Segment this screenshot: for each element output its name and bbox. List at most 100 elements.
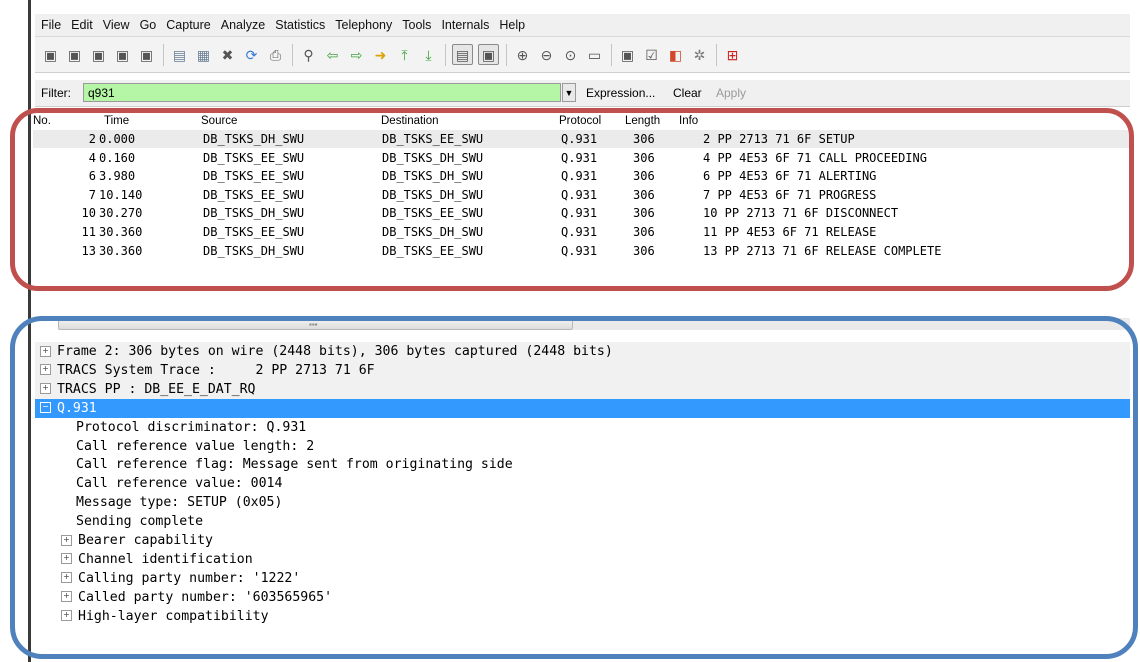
menu-telephony[interactable]: Telephony [335, 18, 392, 32]
menu-tools[interactable]: Tools [402, 18, 431, 32]
tree-item-label: Call reference value: 0014 [76, 476, 283, 492]
packet-cell-time: 0.160 [99, 150, 136, 165]
go-first-icon[interactable]: ⤒ [395, 45, 414, 64]
start-capture-icon[interactable]: ▣ [89, 45, 108, 64]
menu-file[interactable]: File [41, 18, 61, 32]
tree-node[interactable]: + Frame 2: 306 bytes on wire (2448 bits),… [35, 342, 1130, 361]
expand-icon[interactable]: + [61, 572, 72, 584]
expand-icon[interactable]: + [40, 364, 51, 376]
open-file-icon[interactable]: ▤ [170, 45, 189, 64]
packet-row[interactable]: 13 30.360 DB_TSKS_DH_SWU DB_TSKS_EE_SWU Q.93… [33, 241, 1133, 260]
horizontal-scrollbar-track[interactable] [573, 318, 1130, 330]
tree-item-label: Frame 2: 306 bytes on wire (2448 bits), … [57, 344, 613, 359]
packet-row[interactable]: 7 10.140 DB_TSKS_EE_SWU DB_TSKS_DH_SWU Q.931… [33, 186, 1133, 204]
column-header-info[interactable]: Info [679, 115, 698, 127]
packet-row[interactable]: 10 30.270 DB_TSKS_DH_SWU DB_TSKS_EE_SWU Q.93… [33, 204, 1133, 223]
menu-capture[interactable]: Capture [166, 18, 210, 32]
column-header-source[interactable]: Source [201, 115, 237, 127]
packet-row[interactable]: 2 0.000 DB_TSKS_DH_SWU DB_TSKS_EE_SWU Q.931 3… [33, 130, 1133, 148]
packet-cell-no: 4 [88, 150, 96, 165]
wireshark-window: File Edit View Go Capture Analyze Statis… [0, 0, 1140, 662]
stop-capture-icon[interactable]: ▣ [113, 45, 132, 64]
packet-cell-proto: Q.931 [561, 132, 598, 146]
colorize-icon[interactable]: ▤ [452, 44, 473, 65]
packet-cell-len: 306 [633, 243, 655, 258]
expand-icon[interactable]: + [61, 553, 72, 565]
tree-item-label: High-layer compatibility [78, 608, 269, 624]
tree-field[interactable]: Message type: SETUP (0x05) [35, 493, 1130, 512]
tree-node[interactable]: + TRACS System Trace : 2 PP 2713 71 6F [35, 360, 1130, 380]
column-header-time[interactable]: Time [104, 115, 129, 127]
reload-icon[interactable]: ⟳ [242, 45, 261, 64]
packet-cell-no: 10 [81, 206, 96, 221]
save-file-icon[interactable]: ▦ [194, 45, 213, 64]
tree-field[interactable]: Call reference flag: Message sent from o… [35, 455, 1130, 474]
menu-view[interactable]: View [103, 18, 130, 32]
tree-node-q931[interactable]: − Q.931 [35, 398, 1130, 418]
tree-item-label: Call reference value length: 2 [76, 438, 315, 454]
packet-cell-info: 7 PP 4E53 6F 71 PROGRESS [703, 187, 877, 202]
tree-field[interactable]: Call reference value: 0014 [35, 474, 1130, 493]
expand-icon[interactable]: + [40, 345, 51, 357]
tree-field[interactable]: Call reference value length: 2 [35, 437, 1130, 456]
tree-subtree[interactable]: + High-layer compatibility [35, 607, 1130, 626]
zoom-normal-icon[interactable]: ⊙ [561, 45, 580, 64]
packet-row[interactable]: 11 30.360 DB_TSKS_EE_SWU DB_TSKS_DH_SWU Q.93… [33, 223, 1133, 241]
packet-cell-time: 3.980 [99, 169, 136, 184]
tree-subtree[interactable]: + Called party number: '603565965' [35, 588, 1130, 607]
tree-item-label: Channel identification [78, 551, 253, 567]
help-icon[interactable]: ⊞ [723, 45, 742, 64]
filter-history-dropdown[interactable]: ▼ [562, 83, 576, 102]
horizontal-scrollbar-thumb[interactable]: ▪▪▪ [58, 318, 573, 330]
column-header-length[interactable]: Length [625, 115, 660, 127]
toolbar-separator [163, 43, 164, 66]
go-back-icon[interactable]: ⇦ [323, 45, 342, 64]
menu-go[interactable]: Go [140, 18, 157, 32]
menu-help[interactable]: Help [499, 18, 525, 32]
preferences-icon[interactable]: ✲ [690, 45, 709, 64]
apply-button[interactable]: Apply [716, 86, 746, 100]
collapse-icon[interactable]: − [40, 402, 51, 414]
go-forward-icon[interactable]: ⇨ [347, 45, 366, 64]
zoom-out-icon[interactable]: ⊖ [537, 45, 556, 64]
column-header-destination[interactable]: Destination [381, 115, 439, 127]
resize-columns-icon[interactable]: ▭ [585, 45, 604, 64]
packet-cell-src: DB_TSKS_EE_SWU [203, 150, 305, 165]
capture-options-icon[interactable]: ▣ [65, 45, 84, 64]
go-last-icon[interactable]: ⤓ [419, 45, 438, 64]
close-file-icon[interactable]: ✖ [218, 45, 237, 64]
tree-field[interactable]: Protocol discriminator: Q.931 [35, 418, 1130, 437]
expand-icon[interactable]: + [40, 383, 51, 395]
column-header-protocol[interactable]: Protocol [559, 115, 601, 127]
menu-analyze[interactable]: Analyze [221, 18, 265, 32]
find-packet-icon[interactable]: ⚲ [299, 45, 318, 64]
coloring-rules-icon[interactable]: ◧ [666, 45, 685, 64]
tree-node[interactable]: + TRACS PP : DB_EE_E_DAT_RQ [35, 379, 1130, 399]
go-to-packet-icon[interactable]: ➜ [371, 45, 390, 64]
print-icon[interactable]: ⎙ [266, 45, 285, 64]
tree-field[interactable]: Sending complete [35, 512, 1130, 531]
column-header-no[interactable]: No. [33, 115, 51, 127]
restart-capture-icon[interactable]: ▣ [137, 45, 156, 64]
tree-subtree[interactable]: + Calling party number: '1222' [35, 569, 1130, 588]
clear-button[interactable]: Clear [673, 86, 702, 100]
menu-internals[interactable]: Internals [441, 18, 489, 32]
expand-icon[interactable]: + [61, 610, 72, 622]
display-filters-icon[interactable]: ☑ [642, 45, 661, 64]
menu-statistics[interactable]: Statistics [275, 18, 325, 32]
expression-button[interactable]: Expression... [586, 86, 655, 100]
zoom-in-icon[interactable]: ⊕ [513, 45, 532, 64]
interface-list-icon[interactable]: ▣ [41, 45, 60, 64]
packet-list-header: No. Time Source Destination Protocol Len… [33, 114, 1133, 129]
menu-edit[interactable]: Edit [71, 18, 93, 32]
packet-cell-info: 13 PP 2713 71 6F RELEASE COMPLETE [703, 243, 942, 258]
expand-icon[interactable]: + [61, 534, 72, 546]
autoscroll-icon[interactable]: ▣ [478, 44, 499, 65]
capture-filters-icon[interactable]: ▣ [618, 45, 637, 64]
packet-row[interactable]: 6 3.980 DB_TSKS_EE_SWU DB_TSKS_DH_SWU Q.931 3… [33, 167, 1133, 186]
tree-subtree[interactable]: + Channel identification [35, 550, 1130, 569]
expand-icon[interactable]: + [61, 591, 72, 603]
display-filter-input[interactable] [83, 83, 561, 102]
packet-row[interactable]: 4 0.160 DB_TSKS_EE_SWU DB_TSKS_DH_SWU Q.931 3… [33, 149, 1133, 167]
tree-subtree[interactable]: + Bearer capability [35, 531, 1130, 550]
